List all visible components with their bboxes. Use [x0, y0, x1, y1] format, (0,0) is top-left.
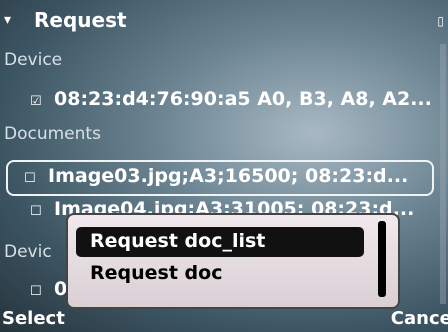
checkbox-icon[interactable]: ☐	[30, 204, 42, 219]
options-popup-menu: Request doc_list Request doc	[66, 213, 400, 309]
list-scrollbar[interactable]	[440, 44, 446, 304]
status-bar: ▾ Request ▯	[0, 0, 448, 40]
menu-item-label: Request doc	[90, 262, 223, 284]
select-softkey[interactable]: Select	[2, 308, 65, 329]
softkey-bar: Select Cancel	[0, 306, 448, 332]
device-item-text: 08:23:d4:76:90:a5 A0, B3, A8, A2...	[54, 88, 432, 110]
battery-icon: ▯	[437, 14, 444, 28]
menu-item-request-doc-list[interactable]: Request doc_list	[76, 227, 364, 257]
document-list-item[interactable]: ☐ Image03.jpg;A3;16500; 08:23:d...	[6, 160, 434, 196]
signal-antenna-icon: ▾	[4, 12, 12, 28]
popup-scrollbar[interactable]	[378, 221, 386, 297]
app-title: Request	[34, 8, 127, 32]
section-header-documents: Documents	[4, 124, 101, 144]
section-header-device-2: Devic	[4, 242, 52, 262]
cancel-softkey[interactable]: Cancel	[391, 308, 448, 329]
document-item-text: Image03.jpg;A3;16500; 08:23:d...	[48, 165, 409, 187]
section-header-device: Device	[4, 50, 63, 70]
checkbox-checked-icon[interactable]: ☑	[30, 94, 42, 109]
menu-item-request-doc[interactable]: Request doc	[76, 259, 364, 289]
device-list-item[interactable]: ☑ 08:23:d4:76:90:a5 A0, B3, A8, A2...	[6, 86, 434, 116]
checkbox-icon[interactable]: ☐	[30, 284, 42, 299]
menu-item-label: Request doc_list	[90, 230, 266, 252]
checkbox-icon[interactable]: ☐	[24, 171, 36, 186]
